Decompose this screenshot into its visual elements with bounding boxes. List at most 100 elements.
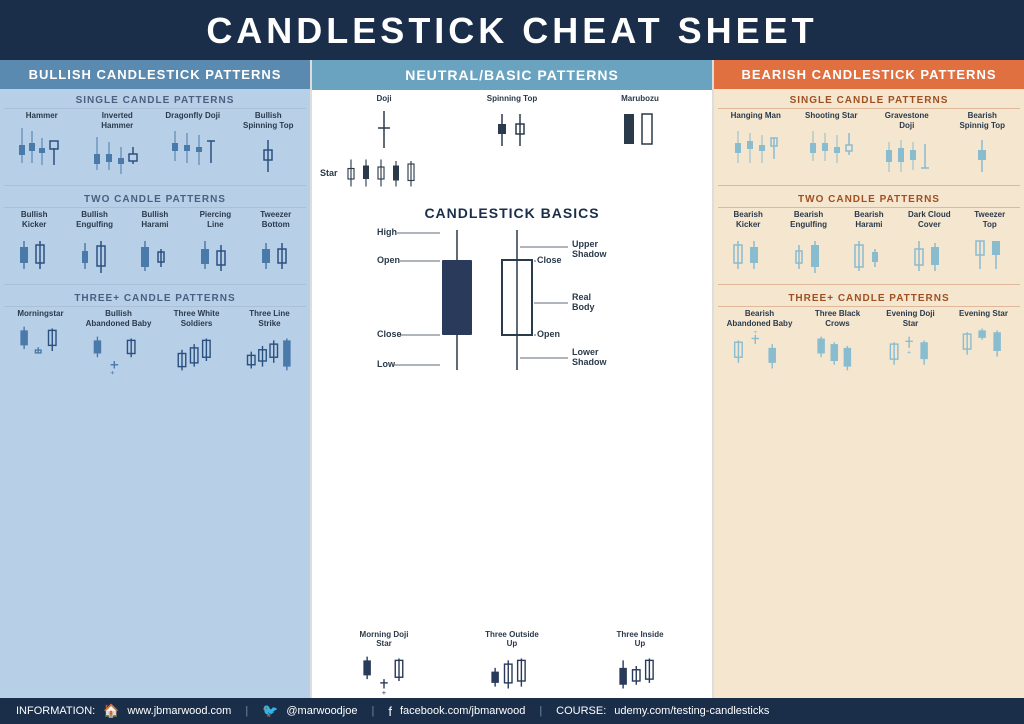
pattern-hammer: Hammer [14, 111, 70, 168]
pattern-label: Bullish Engulfing [73, 210, 117, 229]
evening-star-candle [956, 321, 1012, 366]
pattern-label: Bearish Kicker [726, 210, 770, 229]
three-line-strike-candle [242, 331, 298, 376]
home-icon: 🏠 [103, 703, 119, 719]
pattern-label: Piercing Line [193, 210, 237, 229]
sep2: | [371, 705, 374, 717]
bullish-two-section: TWO CANDLE PATTERNS Bullish Kicker [0, 188, 310, 282]
pattern-label: Three Inside Up [612, 630, 668, 649]
candle-area [484, 106, 540, 151]
svg-text:Real: Real [572, 292, 591, 302]
candle-area [133, 231, 177, 276]
candle-area [254, 231, 298, 276]
pattern-label: Bullish Spinning Top [240, 111, 296, 130]
bearish-three-header: THREE+ CANDLE PATTERNS [718, 289, 1020, 307]
svg-text:Shadow: Shadow [572, 249, 608, 259]
info-label: INFORMATION: [16, 705, 95, 717]
pattern-bearish-harami: Bearish Harami [847, 210, 891, 276]
neutral-column: NEUTRAL/BASIC PATTERNS Doji [310, 60, 714, 698]
svg-text:Open: Open [377, 255, 400, 265]
pattern-label: Doji [376, 94, 391, 104]
pattern-bullish-abandoned-baby: Bullish Abandoned Baby [86, 309, 152, 375]
candle-area [193, 231, 237, 276]
bearish-engulfing-candle [787, 231, 831, 276]
candle-area [242, 331, 298, 376]
inverted-hammer-candle [89, 132, 145, 177]
twitter-icon: 🐦 [262, 703, 278, 719]
pattern-label: Morningstar [17, 309, 63, 319]
candlestick-basics: CANDLESTICK BASICS High Open [312, 197, 712, 628]
bearish-two-row: Bearish Kicker Bearish Engulfin [718, 208, 1020, 278]
svg-text:Low: Low [377, 359, 396, 369]
bearish-column: BEARISH CANDLESTICK PATTERNS SINGLE CAND… [714, 60, 1024, 698]
pattern-label: Bearish Engulfing [787, 210, 831, 229]
pattern-piercing-line: Piercing Line [193, 210, 237, 276]
pattern-morningstar: Morningstar [13, 309, 69, 366]
divider [4, 284, 306, 285]
candle-area [968, 231, 1012, 276]
bullish-engulfing-candle [73, 231, 117, 276]
facebook-url: facebook.com/jbmarwood [400, 705, 525, 717]
pattern-three-white-soldiers: Three White Soldiers [169, 309, 225, 375]
three-white-soldiers-candle [169, 331, 225, 376]
pattern-label: Evening Star [959, 309, 1008, 319]
pattern-bullish-harami: Bullish Harami [133, 210, 177, 276]
pattern-label: Bullish Kicker [12, 210, 56, 229]
pattern-label: Dragonfly Doji [165, 111, 220, 121]
candle-area [612, 106, 668, 151]
pattern-morning-doji-star: Morning Doji Star + [356, 630, 412, 696]
sep1: | [245, 705, 248, 717]
pattern-label: Tweezer Top [968, 210, 1012, 229]
pattern-three-black-crows: Three Black Crows [810, 309, 866, 375]
shooting-star-candle [803, 123, 859, 168]
svg-text:Close: Close [377, 329, 402, 339]
candle-area [89, 132, 145, 177]
hammer-candle [14, 123, 70, 168]
svg-text:+: + [906, 347, 911, 356]
divider [718, 284, 1020, 285]
candle-area [14, 123, 70, 168]
spinning-top-candle [240, 132, 296, 177]
neutral-three-section: Morning Doji Star + [312, 628, 712, 698]
candle-area [169, 331, 225, 376]
candle-area [165, 123, 221, 168]
bullish-column: BULLISH CANDLESTICK PATTERNS SINGLE CAND… [0, 60, 310, 698]
bullish-abandoned-baby-candle: + [86, 331, 152, 376]
candle-area [356, 106, 412, 151]
pattern-three-inside-up: Three Inside Up [612, 630, 668, 696]
star-candles [342, 153, 462, 193]
pattern-tweezer-top: Tweezer Top [968, 210, 1012, 276]
candle-area: + [727, 331, 793, 376]
bullish-header: BULLISH CANDLESTICK PATTERNS [0, 60, 310, 89]
pattern-evening-star: Evening Star [956, 309, 1012, 366]
bullish-single-header: SINGLE CANDLE PATTERNS [4, 91, 306, 109]
neutral-top: Doji Spinning Top [312, 90, 712, 197]
sep3: | [539, 705, 542, 717]
website-url: www.jbmarwood.com [127, 705, 231, 717]
svg-text:Open: Open [537, 329, 560, 339]
bullish-two-row: Bullish Kicker Bullish Engulfin [4, 208, 306, 278]
pattern-bearish-kicker: Bearish Kicker [726, 210, 770, 276]
pattern-label: Bearish Abandoned Baby [727, 309, 793, 328]
facebook-icon: f [388, 704, 392, 719]
divider [718, 185, 1020, 186]
course-url: udemy.com/testing-candlesticks [614, 705, 769, 717]
pattern-bearish-abandoned-baby: Bearish Abandoned Baby + [727, 309, 793, 375]
bearish-kicker-candle [726, 231, 770, 276]
svg-text:Shadow: Shadow [572, 357, 608, 367]
svg-text:Upper: Upper [572, 239, 599, 249]
main-columns: BULLISH CANDLESTICK PATTERNS SINGLE CAND… [0, 60, 1024, 698]
pattern-label: Bearish Spinnig Top [954, 111, 1010, 130]
neutral-header: NEUTRAL/BASIC PATTERNS [312, 60, 712, 90]
pattern-dark-cloud-cover: Dark Cloud Cover [907, 210, 951, 276]
three-black-crows-candle [810, 331, 866, 376]
candle-area [484, 651, 540, 696]
candle-area: + [86, 331, 152, 376]
pattern-label: Tweezer Bottom [254, 210, 298, 229]
pattern-hanging-man: Hanging Man [728, 111, 784, 168]
pattern-marubozu: Marubozu [612, 94, 668, 151]
basics-svg: High Open Close Low Close Open [372, 225, 652, 370]
candle-area [879, 132, 935, 177]
svg-text:+: + [382, 688, 387, 696]
pattern-bullish-spinning-top: Bullish Spinning Top [240, 111, 296, 177]
